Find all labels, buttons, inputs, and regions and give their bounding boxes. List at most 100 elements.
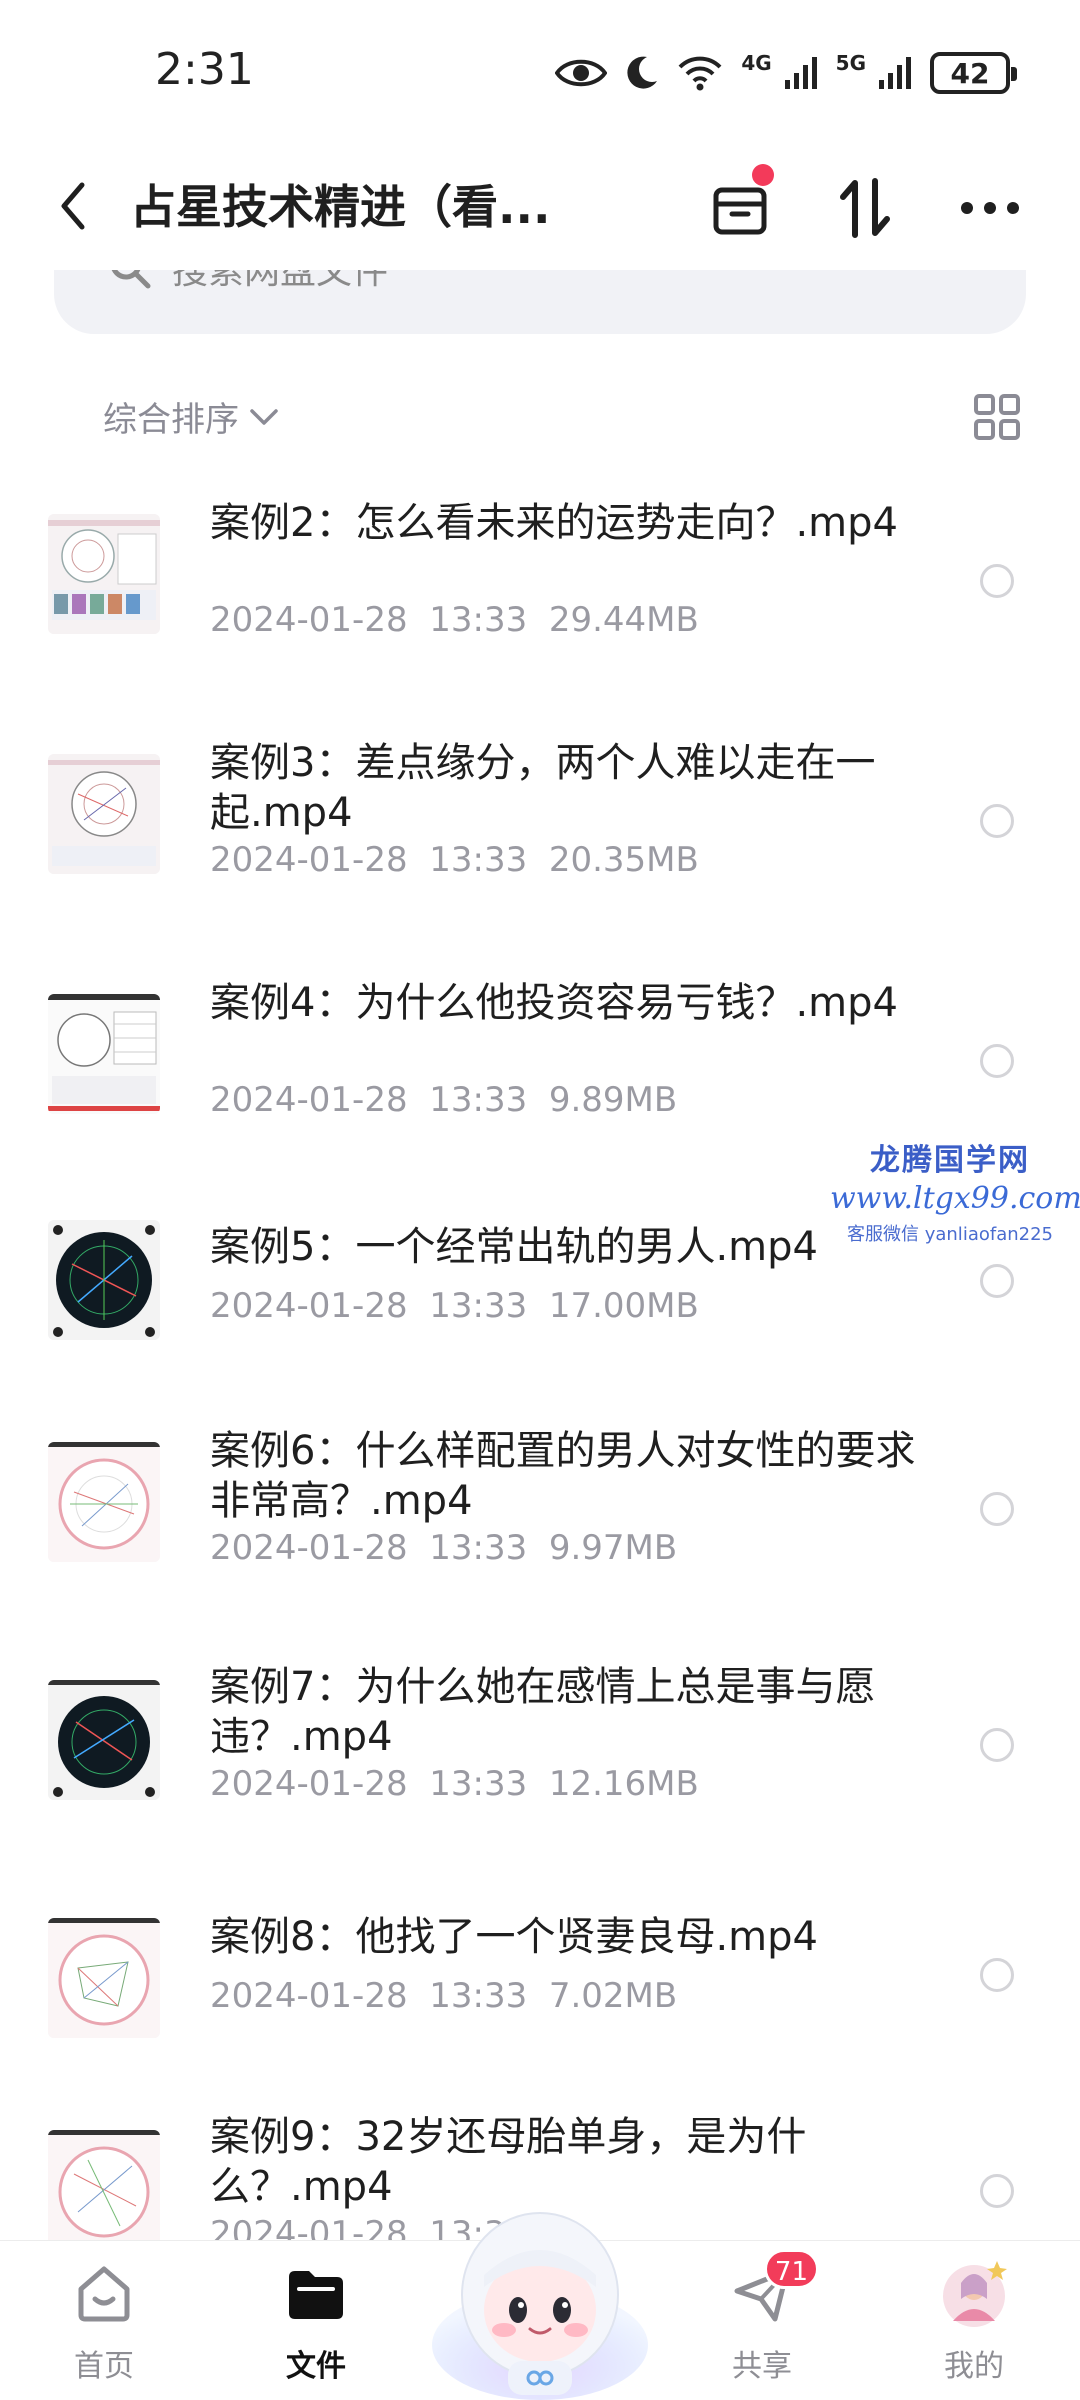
status-icons: 4G 5G 42 (555, 48, 1017, 98)
file-item[interactable]: 案例8：他找了一个贤妻良母.mp4 2024-01-28 13:33 7.02M… (0, 1880, 1080, 2090)
file-meta: 2024-01-28 13:33 17.00MB (210, 1286, 699, 1326)
file-date: 2024-01-28 (210, 1976, 408, 2016)
file-time: 13:33 (429, 1764, 528, 1804)
file-meta: 2024-01-28 13:33 20.35MB (210, 840, 699, 880)
archive-button[interactable] (700, 164, 780, 248)
file-item[interactable]: 案例6：什么样配置的男人对女性的要求非常高？.mp4 2024-01-28 13… (0, 1410, 1080, 1640)
eye-icon (555, 59, 608, 87)
sort-arrows-icon (840, 178, 890, 238)
assistant-mascot-button[interactable] (430, 2175, 650, 2400)
watermark-contact: 客服微信 yanliaofan225 (847, 1224, 1053, 1245)
watermark-url: www.ltgx99.com (830, 1181, 1080, 1216)
video-thumbnail (48, 994, 160, 1114)
chevron-down-icon (250, 408, 278, 425)
signal-icon (784, 57, 817, 89)
file-name: 案例8：他找了一个贤妻良母.mp4 (210, 1914, 818, 1960)
video-thumbnail (48, 1442, 160, 1562)
file-meta: 2024-01-28 13:33 12.16MB (210, 1764, 699, 1804)
file-time: 13:33 (429, 1286, 528, 1326)
video-thumbnail (48, 2130, 160, 2250)
watermark: 龙腾国学网 www.ltgx99.com 客服微信 yanliaofan225 (830, 1135, 1080, 1246)
select-radio[interactable] (980, 1264, 1014, 1298)
wifi-icon (678, 56, 722, 91)
more-dots-icon (961, 202, 1019, 214)
home-icon (69, 2259, 139, 2329)
select-radio[interactable] (980, 1958, 1014, 1992)
file-item[interactable]: 案例3：差点缘分，两个人难以走在一起.mp4 2024-01-28 13:33 … (0, 710, 1080, 940)
grid-view-button[interactable] (972, 392, 1022, 442)
file-size: 9.97MB (548, 1528, 678, 1568)
file-size: 7.02MB (548, 1976, 678, 2016)
avatar (939, 2259, 1009, 2329)
nav-files-label: 文件 (286, 2349, 346, 2384)
nav-share[interactable]: 71 共享 (682, 2249, 842, 2385)
file-name: 案例5：一个经常出轨的男人.mp4 (210, 1224, 818, 1270)
nav-home-label: 首页 (74, 2349, 134, 2384)
file-size: 9.89MB (548, 1080, 678, 1120)
select-radio[interactable] (980, 804, 1014, 838)
nav-share-label: 共享 (732, 2349, 792, 2384)
select-radio[interactable] (980, 2174, 1014, 2208)
file-time: 13:33 (429, 1976, 528, 2016)
file-meta: 2024-01-28 13:33 29.44MB (210, 600, 699, 640)
file-name: 案例4：为什么他投资容易亏钱？.mp4 (210, 980, 898, 1026)
network-4g-label: 4G (741, 51, 772, 75)
file-time: 13:33 (429, 600, 528, 640)
file-date: 2024-01-28 (210, 840, 408, 880)
file-size: 20.35MB (548, 840, 699, 880)
nav-mine-label: 我的 (944, 2349, 1004, 2384)
file-time: 13:33 (429, 840, 528, 880)
folder-icon (281, 2259, 351, 2329)
file-item[interactable]: 案例7：为什么她在感情上总是事与愿违？.mp4 2024-01-28 13:33… (0, 1650, 1080, 1880)
file-date: 2024-01-28 (210, 1080, 408, 1120)
file-date: 2024-01-28 (210, 1286, 408, 1326)
nav-mine[interactable]: 我的 (894, 2259, 1054, 2385)
file-date: 2024-01-28 (210, 600, 408, 640)
share-badge: 71 (763, 2249, 819, 2289)
watermark-title: 龙腾国学网 (870, 1143, 1030, 1178)
video-thumbnail (48, 1918, 160, 2038)
sort-button[interactable] (825, 168, 905, 248)
video-thumbnail (48, 754, 160, 874)
status-bar: 2:31 4G 5G 42 (0, 0, 1080, 150)
video-thumbnail (48, 1680, 160, 1800)
select-radio[interactable] (980, 1492, 1014, 1526)
sort-row: 综合排序 (0, 380, 1080, 450)
video-thumbnail (48, 514, 160, 634)
file-name: 案例2：怎么看未来的运势走向？.mp4 (210, 500, 898, 546)
moon-icon (627, 56, 658, 89)
file-name: 案例6：什么样配置的男人对女性的要求非常高？.mp4 (210, 1428, 916, 1524)
select-radio[interactable] (980, 1044, 1014, 1078)
notification-dot (752, 164, 774, 186)
file-meta: 2024-01-28 13:33 7.02MB (210, 1976, 677, 2016)
battery-indicator: 42 (930, 52, 1017, 94)
nav-files[interactable]: 文件 (236, 2259, 396, 2385)
nav-home[interactable]: 首页 (24, 2259, 184, 2385)
chevron-left-icon (61, 182, 85, 230)
file-name: 案例7：为什么她在感情上总是事与愿违？.mp4 (210, 1664, 876, 1760)
file-time: 13:33 (429, 1080, 528, 1120)
select-radio[interactable] (980, 1728, 1014, 1762)
battery-level: 42 (950, 56, 990, 90)
page-title: 占星技术精进（看... (130, 180, 551, 234)
signal-icon (879, 57, 911, 89)
paper-plane-icon: 71 (727, 2249, 819, 2329)
file-name: 案例3：差点缘分，两个人难以走在一起.mp4 (210, 740, 876, 836)
file-size: 29.44MB (548, 600, 699, 640)
grid-icon (974, 394, 1020, 440)
sort-dropdown[interactable]: 综合排序 (103, 392, 279, 441)
back-button[interactable] (48, 176, 98, 236)
file-date: 2024-01-28 (210, 1528, 408, 1568)
file-size: 12.16MB (548, 1764, 699, 1804)
status-time: 2:31 (155, 44, 254, 95)
more-button[interactable] (950, 168, 1030, 248)
file-time: 13:33 (429, 1528, 528, 1568)
header: 占星技术精进（看... (0, 150, 1080, 270)
network-5g-label: 5G (835, 51, 866, 75)
file-item[interactable]: 案例2：怎么看未来的运势走向？.mp4 2024-01-28 13:33 29.… (0, 470, 1080, 700)
file-date: 2024-01-28 (210, 1764, 408, 1804)
select-radio[interactable] (980, 564, 1014, 598)
file-meta: 2024-01-28 13:33 9.97MB (210, 1528, 677, 1568)
video-thumbnail (48, 1220, 160, 1340)
archive-box-icon (713, 187, 767, 235)
